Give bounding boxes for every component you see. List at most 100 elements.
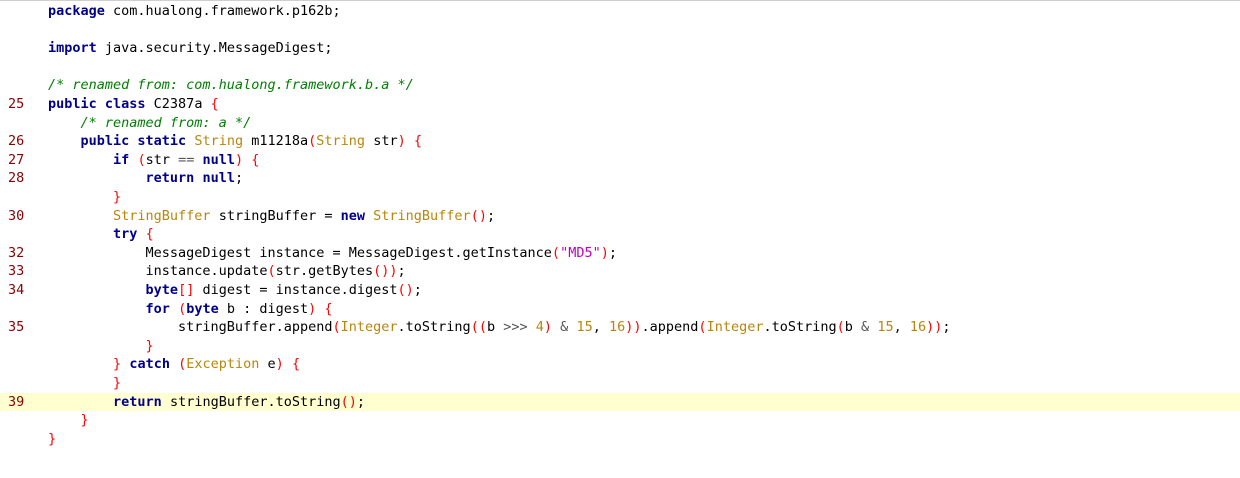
code-token: String: [194, 133, 244, 150]
code-token: ): [397, 133, 406, 150]
code-token: str: [365, 133, 398, 150]
code-text: }: [48, 411, 89, 429]
code-line[interactable]: }: [0, 411, 1240, 429]
code-token: ;: [356, 393, 366, 410]
code-token: (: [836, 319, 845, 336]
code-text: return null;: [48, 169, 244, 187]
code-token: }: [48, 430, 57, 447]
code-token: }: [80, 412, 89, 429]
code-token: package: [48, 3, 105, 19]
code-token: StringBuffer: [373, 207, 471, 224]
code-text: for (byte b : digest) {: [48, 300, 333, 318]
code-text: instance.update(str.getBytes());: [48, 262, 406, 280]
line-number: 33: [8, 263, 25, 280]
code-token: return: [113, 393, 162, 410]
code-text: package com.hualong.framework.p162b;: [48, 2, 341, 20]
code-token: import: [48, 40, 97, 57]
code-token: ): [543, 319, 553, 336]
code-line[interactable]: 30 StringBuffer stringBuffer = new Strin…: [0, 207, 1240, 225]
code-token: 15: [576, 319, 593, 336]
code-token: ()): [373, 263, 398, 280]
code-token: .append: [641, 319, 699, 336]
code-line[interactable]: }: [0, 188, 1240, 206]
code-line[interactable]: 34 byte[] digest = instance.digest();: [0, 281, 1240, 299]
code-token: ((: [470, 319, 487, 336]
code-token: ): [235, 151, 244, 168]
line-number: 28: [8, 170, 25, 187]
code-token: str: [145, 151, 179, 168]
code-token: byte: [145, 282, 179, 298]
code-token: ): [275, 356, 284, 373]
code-token: (): [470, 207, 487, 224]
line-number: 26: [8, 133, 25, 150]
code-text: }: [48, 188, 121, 206]
code-token: >>>: [503, 319, 528, 336]
code-line[interactable]: 25 public class C2387a {: [0, 95, 1240, 113]
code-text: }: [48, 374, 121, 392]
code-text: byte[] digest = instance.digest();: [48, 281, 422, 299]
code-token: java.security.MessageDigest;: [96, 40, 333, 57]
code-token: /* renamed from: com.hualong.framework.b…: [48, 77, 414, 94]
code-line[interactable]: 26 public static String m11218a(String s…: [0, 132, 1240, 150]
code-token: public static: [80, 133, 187, 150]
code-line[interactable]: 32 MessageDigest instance = MessageDiges…: [0, 244, 1240, 262]
code-line[interactable]: [0, 21, 1240, 39]
line-number: 25: [8, 96, 25, 112]
code-token: String: [316, 133, 366, 150]
code-line[interactable]: 35 stringBuffer.append(Integer.toString(…: [0, 318, 1240, 336]
code-token: ;: [942, 319, 951, 336]
code-line[interactable]: /* renamed from: com.hualong.framework.b…: [0, 76, 1240, 94]
code-token: StringBuffer: [113, 207, 211, 224]
code-token: ,: [893, 319, 910, 336]
code-token: ;: [608, 244, 617, 261]
code-text: if (str == null) {: [48, 151, 259, 169]
code-line[interactable]: 28 return null;: [0, 169, 1240, 187]
code-token: b: [844, 319, 862, 336]
code-line[interactable]: import java.security.MessageDigest;: [0, 39, 1240, 57]
code-token: C2387a: [145, 96, 211, 112]
code-text: /* renamed from: a */: [48, 114, 252, 132]
code-line[interactable]: 33 instance.update(str.getBytes());: [0, 262, 1240, 280]
code-token: instance.update: [48, 263, 268, 280]
code-line[interactable]: }: [0, 430, 1240, 448]
code-token: 16: [608, 319, 626, 336]
code-line[interactable]: [0, 58, 1240, 76]
code-line[interactable]: try {: [0, 225, 1240, 243]
code-token: null: [202, 151, 236, 168]
code-line[interactable]: }: [0, 374, 1240, 392]
code-line[interactable]: 27 if (str == null) {: [0, 151, 1240, 169]
line-number: 39: [8, 393, 25, 410]
code-line[interactable]: package com.hualong.framework.p162b;: [0, 2, 1240, 20]
code-token: Integer: [340, 319, 398, 336]
line-number: 27: [8, 151, 25, 168]
code-line[interactable]: }: [0, 337, 1240, 355]
code-text: MessageDigest instance = MessageDigest.g…: [48, 244, 617, 262]
code-token: e: [259, 356, 276, 373]
code-token: (: [137, 151, 146, 168]
code-token: catch: [129, 356, 170, 373]
code-token: try: [113, 226, 138, 243]
code-line[interactable]: } catch (Exception e) {: [0, 355, 1240, 373]
code-line[interactable]: for (byte b : digest) {: [0, 300, 1240, 318]
code-token: byte: [186, 300, 219, 317]
code-token: {: [291, 356, 301, 373]
line-number: 35: [8, 319, 25, 336]
highlighted-code-line[interactable]: 39 return stringBuffer.toString();: [0, 392, 1240, 411]
code-line[interactable]: /* renamed from: a */: [0, 114, 1240, 132]
code-editor[interactable]: package com.hualong.framework.p162b; impo…: [0, 0, 1240, 478]
code-token: for: [145, 300, 170, 317]
code-token: stringBuffer.append: [48, 319, 333, 336]
code-token: (: [178, 356, 187, 373]
code-token: }: [145, 337, 154, 354]
